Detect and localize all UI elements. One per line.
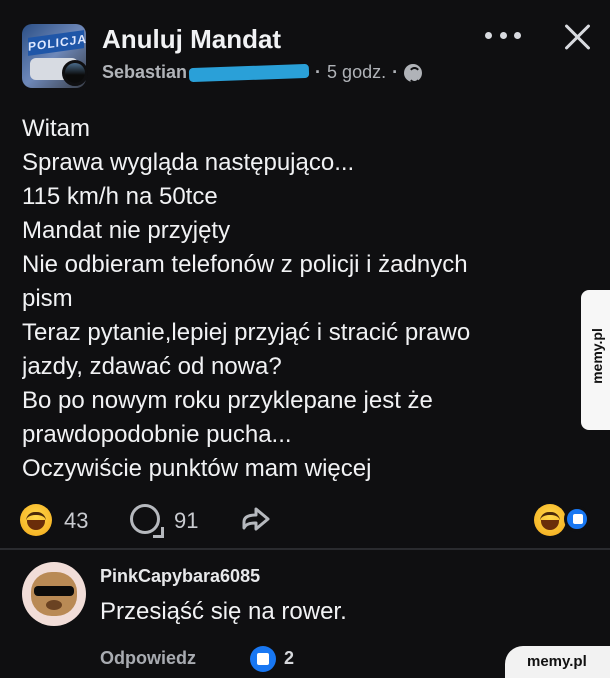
post-meta: Sebastian · 5 godz. · xyxy=(102,62,423,83)
globe-icon xyxy=(404,63,423,83)
memy-watermark-side: memy.pl xyxy=(581,290,610,430)
author-avatar[interactable] xyxy=(62,60,88,86)
divider xyxy=(0,548,610,550)
watermark-side-text: memy.pl xyxy=(589,328,605,384)
meta-separator-2: · xyxy=(392,62,399,82)
reaction-bar: 43 91 xyxy=(0,494,610,544)
laughing-emoji-icon[interactable] xyxy=(534,504,566,536)
comment-like-count: 2 xyxy=(284,648,295,668)
watermark-corner-text: memy.pl xyxy=(527,653,587,670)
comment-bubble-icon[interactable] xyxy=(130,504,164,538)
group-logo-text: POLICJA xyxy=(28,30,86,56)
meta-separator: · xyxy=(315,62,322,82)
reply-button[interactable]: Odpowiedz xyxy=(100,648,196,669)
reaction-count[interactable]: 43 xyxy=(64,508,88,534)
comment-avatar[interactable] xyxy=(22,562,86,626)
post-text: Witam Sprawa wygląda następująco... 115 … xyxy=(22,112,582,484)
redaction-mark xyxy=(188,63,310,82)
post-line: jazdy, zdawać od nowa? xyxy=(22,353,282,380)
post-line: prawdopodobnie pucha... xyxy=(22,421,292,448)
post-line: Bo po nowym roku przyklepane jest że xyxy=(22,387,433,414)
memy-watermark-corner: memy.pl xyxy=(505,646,610,678)
post-line: Sprawa wygląda następująco... xyxy=(22,149,355,176)
laughing-emoji-icon[interactable] xyxy=(20,504,52,536)
post-line: Oczywiście punktów mam więcej xyxy=(22,455,372,482)
post-time[interactable]: 5 godz. xyxy=(327,62,386,83)
comment-count[interactable]: 91 xyxy=(174,508,198,534)
thumbs-up-icon[interactable] xyxy=(250,646,276,672)
author-name[interactable]: Sebastian xyxy=(102,62,187,83)
more-options-icon[interactable] xyxy=(485,32,521,44)
post-header: POLICJA Anuluj Mandat Sebastian · 5 godz… xyxy=(0,0,610,100)
close-icon[interactable] xyxy=(560,20,594,54)
thumbs-up-icon[interactable] xyxy=(564,506,590,532)
post-line: 115 km/h na 50tce xyxy=(22,183,218,210)
post-line: Witam xyxy=(22,115,90,142)
post-line: Teraz pytanie,lepiej przyjąć i stracić p… xyxy=(22,319,471,346)
share-icon[interactable] xyxy=(240,504,272,534)
post-line: Mandat nie przyjęty xyxy=(22,217,231,244)
post-line: pism xyxy=(22,285,73,312)
comment-author[interactable]: PinkCapybara6085 xyxy=(100,566,260,587)
comment-text: Przesiąść się na rower. xyxy=(100,598,347,625)
post-line: Nie odbieram telefonów z policji i żadny… xyxy=(22,251,468,278)
group-title[interactable]: Anuluj Mandat xyxy=(102,24,281,55)
